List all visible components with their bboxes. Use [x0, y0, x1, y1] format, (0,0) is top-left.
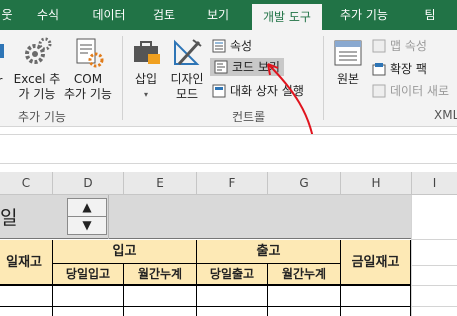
table-cell[interactable] — [268, 286, 341, 307]
run-dialog-label: 대화 상자 실행 — [230, 84, 304, 98]
source-icon — [334, 40, 362, 66]
column-header-e[interactable]: E — [124, 172, 197, 194]
tab-formulas[interactable]: 수식 — [26, 0, 70, 30]
refresh-data-button[interactable]: 데이터 새로 — [372, 82, 449, 100]
expansion-packs-button[interactable]: 확장 팩 — [372, 60, 427, 78]
com-addins-label: COM 추가 기능 — [64, 72, 112, 101]
header-in: 입고 — [53, 240, 197, 264]
properties-button[interactable]: 속성 — [212, 37, 252, 55]
tab-team[interactable]: 팀 — [418, 0, 442, 30]
formula-bar[interactable] — [0, 134, 457, 164]
header-out: 출고 — [197, 240, 341, 264]
column-header-h[interactable]: H — [341, 172, 412, 194]
table-cell[interactable] — [0, 286, 53, 307]
title-band: 일 — [0, 195, 411, 239]
xml-group-label: XML — [434, 108, 457, 122]
insert-dropdown-icon[interactable]: ▾ — [128, 87, 164, 102]
partial-icon — [0, 44, 4, 58]
design-mode-icon — [174, 39, 202, 66]
column-header-i[interactable]: I — [412, 172, 457, 194]
properties-icon — [212, 39, 226, 53]
title-divider — [108, 195, 109, 239]
sub-header-daily-in: 당일입고 — [53, 264, 124, 286]
table-cell[interactable] — [268, 307, 341, 316]
tab-addins[interactable]: 추가 기능 — [332, 0, 396, 30]
source-button[interactable]: 원본 — [330, 38, 366, 87]
table-cell[interactable] — [124, 307, 197, 316]
view-code-icon — [214, 60, 228, 74]
design-mode-button[interactable]: 디자인 모드 — [166, 36, 208, 102]
tab-view-partial[interactable]: 웃 — [0, 0, 14, 30]
controls-group-label: 컨트롤 — [232, 110, 266, 124]
refresh-data-icon — [372, 84, 386, 98]
table-cell[interactable] — [341, 286, 411, 307]
title-fragment: 일 — [0, 207, 18, 229]
group-separator — [323, 36, 324, 120]
refresh-data-label: 데이터 새로 — [390, 84, 450, 98]
insert-button[interactable]: 삽입 ▾ — [128, 36, 164, 102]
sub-header-monthly-out: 월간누계 — [268, 264, 341, 286]
table-cell[interactable] — [197, 307, 268, 316]
tab-review[interactable]: 검토 — [144, 0, 184, 30]
view-code-label: 코드 보기 — [232, 60, 280, 74]
column-header-f[interactable]: F — [197, 172, 268, 194]
sub-header-daily-out: 당일출고 — [197, 264, 268, 286]
tab-data[interactable]: 데이터 — [84, 0, 134, 30]
map-properties-icon — [372, 39, 386, 53]
worksheet-grid: 일 ▲ ▼ 일재고 입고 출고 금일재고 당일입고 월간누계 당일출고 월간누계 — [0, 195, 457, 316]
table-cell[interactable] — [53, 286, 124, 307]
insert-icon — [134, 41, 160, 64]
spinner-up-icon[interactable]: ▲ — [68, 199, 106, 217]
spin-button[interactable]: ▲ ▼ — [67, 198, 107, 235]
table-cell[interactable] — [53, 307, 124, 316]
column-header-row: C D E F G H I — [0, 172, 457, 195]
column-header-d[interactable]: D — [53, 172, 124, 194]
column-header-g[interactable]: G — [268, 172, 341, 194]
insert-label: 삽입 — [134, 72, 158, 86]
com-addins-button[interactable]: COM 추가 기능 — [58, 36, 118, 102]
group-separator — [122, 36, 123, 120]
tab-developer[interactable]: 개발 도구 — [252, 4, 322, 30]
run-dialog-button[interactable]: 대화 상자 실행 — [212, 82, 304, 100]
ribbon-tab-bar: 웃 수식 데이터 검토 보기 개발 도구 추가 기능 팀 — [0, 0, 457, 30]
addins-group-label: 추가 기능 — [18, 110, 66, 124]
table-cell[interactable] — [124, 286, 197, 307]
spinner-down-icon[interactable]: ▼ — [68, 217, 106, 234]
column-header-c[interactable]: C — [0, 172, 53, 194]
ribbon-panel: r Excel 추 가 기능 COM 추가 기능 추가 기능 삽입 ▾ — [0, 30, 457, 127]
com-addin-icon — [76, 38, 104, 68]
expansion-packs-icon — [372, 63, 386, 76]
source-label: 원본 — [336, 72, 360, 86]
map-properties-label: 맵 속성 — [390, 39, 427, 53]
table-cell[interactable] — [197, 286, 268, 307]
view-code-button[interactable]: 코드 보기 — [210, 58, 284, 76]
expansion-packs-label: 확장 팩 — [390, 62, 427, 76]
excel-addin-icon — [25, 37, 52, 64]
table-cell[interactable] — [341, 307, 411, 316]
properties-label: 속성 — [230, 39, 253, 53]
header-prev-stock: 일재고 — [0, 240, 53, 286]
table-cell[interactable] — [0, 307, 53, 316]
design-mode-label: 디자인 모드 — [170, 72, 204, 101]
sub-header-monthly-in: 월간누계 — [124, 264, 197, 286]
map-properties-button[interactable]: 맵 속성 — [372, 37, 427, 55]
run-dialog-icon — [212, 84, 226, 98]
tab-view[interactable]: 보기 — [196, 0, 240, 30]
header-today-stock: 금일재고 — [341, 240, 411, 286]
